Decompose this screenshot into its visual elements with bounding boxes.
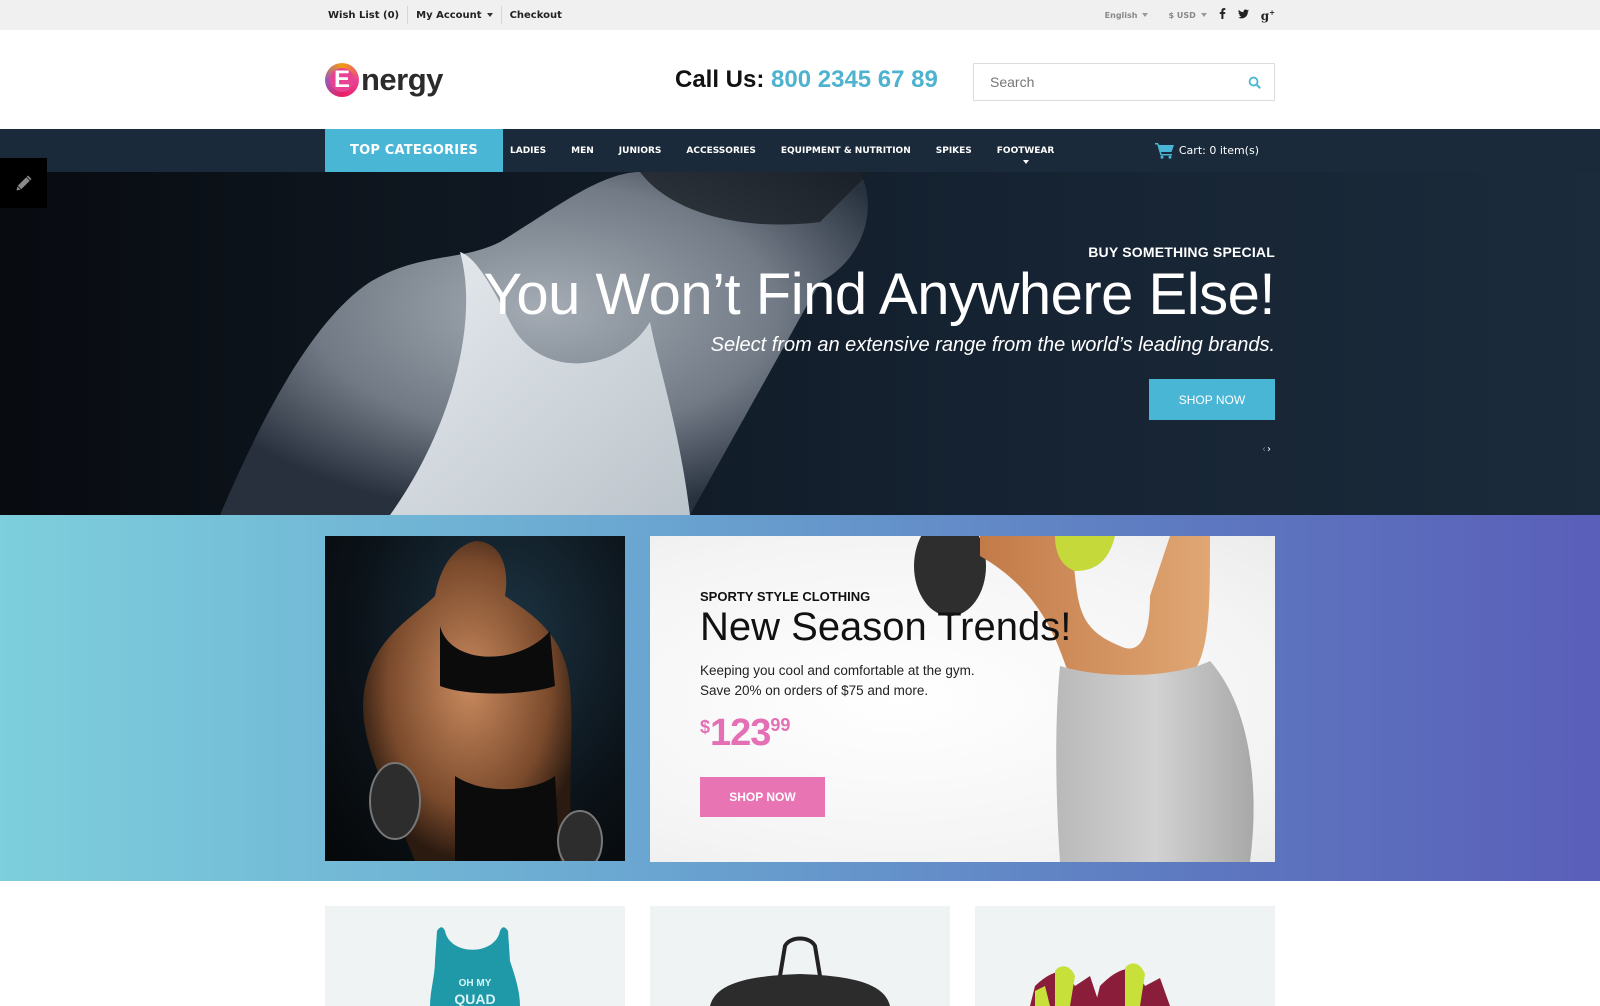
- call-us-label: Call Us:: [675, 66, 765, 93]
- currency-label: $ USD: [1168, 10, 1196, 20]
- athlete-photo: [363, 541, 603, 861]
- cart-icon: [1154, 143, 1174, 159]
- promo-price: $ 123 99: [700, 713, 1071, 753]
- product-grid: OH MY QUAD: [325, 906, 1275, 1006]
- promo-section: SPORTY STYLE CLOTHING New Season Trends!…: [0, 515, 1600, 881]
- hero-subtitle: Select from an extensive range from the …: [710, 334, 1275, 356]
- nav-item-accessories[interactable]: ACCESSORIES: [686, 146, 755, 156]
- search-icon: [1248, 76, 1261, 89]
- top-categories-button[interactable]: TOP CATEGORIES: [325, 129, 503, 172]
- twitter-icon[interactable]: [1237, 8, 1249, 22]
- pencil-icon: [16, 175, 31, 191]
- nav-item-juniors[interactable]: JUNIORS: [619, 146, 662, 156]
- product-card-tank-top[interactable]: OH MY QUAD: [325, 906, 625, 1006]
- language-label: English: [1104, 10, 1138, 20]
- product-card-sneakers[interactable]: [975, 906, 1275, 1006]
- tank-top-image: OH MY QUAD: [430, 927, 520, 1006]
- my-account-dropdown[interactable]: My Account: [408, 10, 500, 21]
- hero-kicker: BUY SOMETHING SPECIAL: [1088, 244, 1275, 260]
- logo-mark-icon: E: [325, 62, 359, 97]
- wishlist-link[interactable]: Wish List (0): [325, 10, 407, 21]
- gym-bag-image: [710, 936, 890, 1006]
- phone-number[interactable]: 800 2345 67 89: [771, 66, 938, 93]
- nav-item-equipment-nutrition[interactable]: EQUIPMENT & NUTRITION: [781, 146, 911, 156]
- svg-text:OH MY: OH MY: [459, 978, 492, 989]
- main-nav: TOP CATEGORIES LADIES MEN JUNIORS ACCESS…: [0, 129, 1600, 172]
- caret-down-icon: [486, 13, 493, 17]
- edit-panel-toggle[interactable]: [0, 158, 47, 208]
- cart-button[interactable]: Cart: 0 item(s): [1154, 129, 1259, 172]
- language-dropdown[interactable]: English: [1105, 11, 1149, 20]
- slider-prev-icon[interactable]: ‹: [1262, 444, 1266, 455]
- caret-down-icon: [1142, 13, 1149, 17]
- promo-description: Keeping you cool and comfortable at the …: [700, 661, 1071, 701]
- dropdown-arrow-icon: [1022, 159, 1029, 164]
- google-plus-icon[interactable]: g+: [1261, 8, 1275, 23]
- price-currency: $: [700, 717, 711, 737]
- product-card-gym-bag[interactable]: [650, 906, 950, 1006]
- slider-arrows: ‹ ›: [1262, 444, 1271, 455]
- logo[interactable]: E nergy: [325, 62, 675, 98]
- hero-shop-now-button[interactable]: SHOP NOW: [1149, 379, 1275, 420]
- search-box: [973, 63, 1275, 101]
- nav-item-footwear[interactable]: FOOTWEAR: [996, 145, 1055, 164]
- promo-kicker: SPORTY STYLE CLOTHING: [700, 589, 871, 604]
- promo-shop-now-button[interactable]: SHOP NOW: [700, 777, 825, 817]
- slider-next-icon[interactable]: ›: [1267, 444, 1271, 455]
- checkout-link[interactable]: Checkout: [502, 10, 570, 21]
- search-input[interactable]: [974, 64, 1234, 100]
- svg-text:QUAD: QUAD: [454, 991, 495, 1006]
- my-account-label: My Account: [416, 9, 482, 21]
- facebook-icon[interactable]: [1219, 8, 1226, 22]
- caret-down-icon: [1200, 13, 1207, 17]
- call-us: Call Us: 800 2345 67 89: [675, 66, 938, 94]
- hero-slider: BUY SOMETHING SPECIAL You Won’t Find Any…: [0, 172, 1600, 515]
- nav-item-ladies[interactable]: LADIES: [510, 146, 546, 156]
- price-whole: 123: [710, 712, 771, 754]
- promo-banner: SPORTY STYLE CLOTHING New Season Trends!…: [650, 536, 1275, 862]
- top-bar: Wish List (0) My Account Checkout Englis…: [0, 0, 1600, 30]
- hero-title: You Won’t Find Anywhere Else!: [483, 262, 1275, 327]
- promo-desc-line2: Save 20% on orders of $75 and more.: [700, 683, 929, 698]
- sneakers-image: [1030, 963, 1170, 1006]
- promo-desc-line1: Keeping you cool and comfortable at the …: [700, 663, 975, 678]
- nav-item-spikes[interactable]: SPIKES: [936, 146, 972, 156]
- logo-text: nergy: [361, 61, 443, 97]
- promo-title: New Season Trends!: [700, 605, 1072, 649]
- hero-text: BUY SOMETHING SPECIAL You Won’t Find Any…: [483, 244, 1275, 357]
- search-button[interactable]: [1234, 64, 1274, 100]
- cart-label: Cart: 0 item(s): [1178, 144, 1259, 157]
- promo-content: SPORTY STYLE CLOTHING New Season Trends!…: [700, 589, 1071, 817]
- nav-item-footwear-label: FOOTWEAR: [996, 145, 1055, 156]
- currency-dropdown[interactable]: $ USD: [1168, 10, 1207, 20]
- price-cents: 99: [770, 715, 791, 735]
- nav-item-men[interactable]: MEN: [571, 146, 594, 156]
- promo-image-athlete[interactable]: [325, 536, 625, 861]
- site-header: E nergy Call Us: 800 2345 67 89: [0, 30, 1600, 129]
